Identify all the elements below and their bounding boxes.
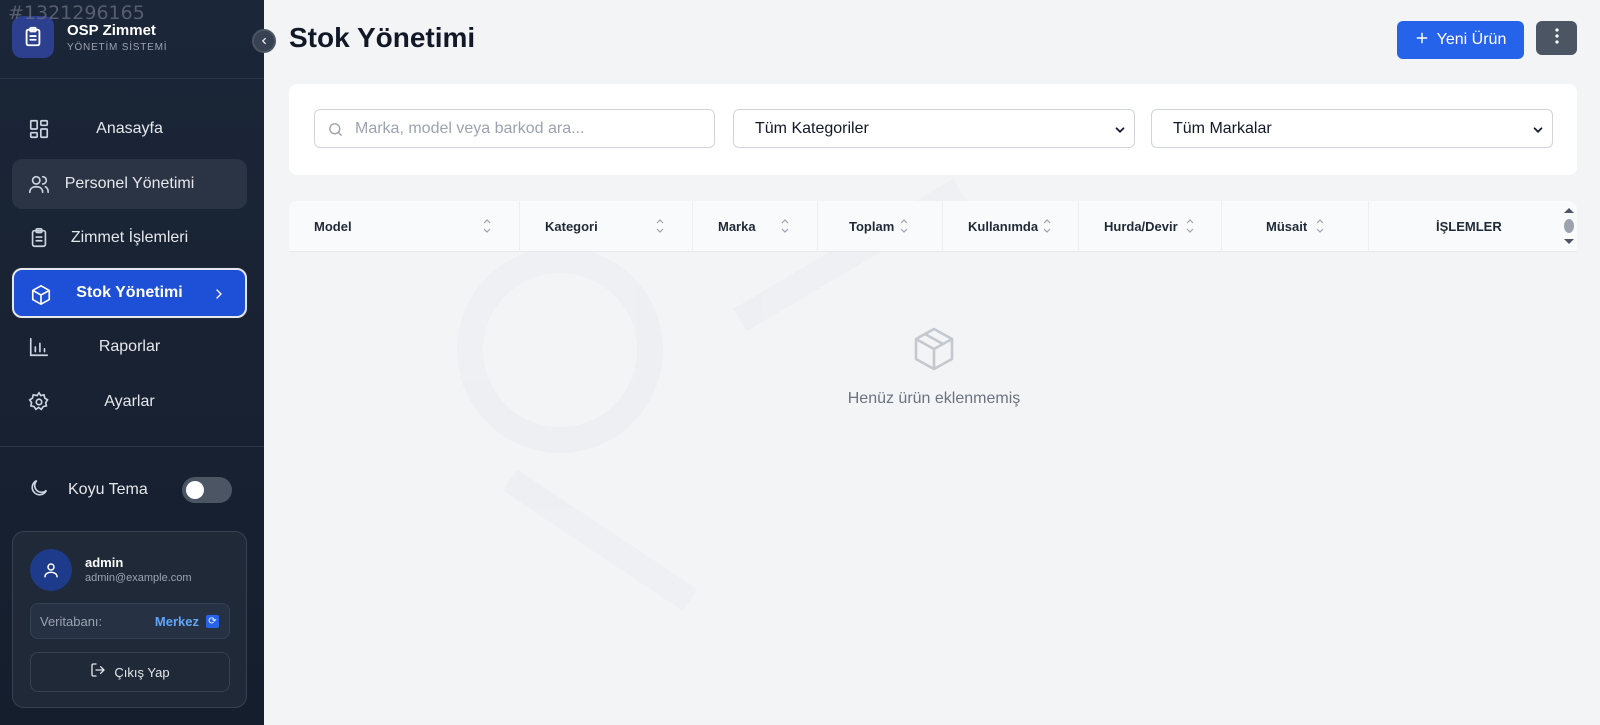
sidebar-item-raporlar[interactable]: Raporlar (12, 322, 247, 372)
more-vertical-icon (1554, 27, 1560, 49)
column-label: Kategori (545, 219, 598, 234)
database-selector[interactable]: Veritabanı: Merkez ⟳ (30, 603, 230, 639)
sidebar-item-zimmet[interactable]: Zimmet İşlemleri (12, 213, 247, 263)
users-icon (28, 173, 50, 195)
brand-select-value: Tüm Markalar (1173, 120, 1272, 137)
column-header-marka[interactable]: Marka (693, 201, 818, 252)
sort-icon (1316, 219, 1324, 233)
app-subtitle: YÖNETİM SİSTEMİ (67, 41, 168, 53)
sidebar-item-personel[interactable]: Personel Yönetimi (12, 158, 247, 209)
sort-icon (1186, 219, 1194, 233)
column-header-kategori[interactable]: Kategori (520, 201, 693, 252)
moon-icon (28, 477, 50, 504)
chevron-down-icon (1113, 123, 1127, 137)
column-header-hurda-devir[interactable]: Hurda/Devir (1079, 201, 1222, 252)
column-label: Müsait (1266, 219, 1308, 234)
search-field[interactable] (314, 109, 715, 148)
avatar (30, 549, 72, 591)
app-name: OSP Zimmet (67, 21, 156, 39)
sidebar-item-ayarlar[interactable]: Ayarlar (12, 377, 247, 427)
plus-icon (1415, 31, 1429, 50)
column-label: Hurda/Devir (1104, 219, 1178, 234)
clipboard-icon (28, 227, 50, 249)
logout-button[interactable]: Çıkış Yap (30, 652, 230, 692)
sidebar: OSP Zimmet YÖNETİM SİSTEMİ #1321296165 A… (0, 0, 264, 725)
column-label: Marka (718, 219, 756, 234)
column-label: Model (314, 219, 352, 234)
database-label: Veritabanı: (40, 614, 103, 629)
sidebar-item-anasayfa[interactable]: Anasayfa (12, 104, 247, 154)
bar-chart-icon (28, 336, 50, 358)
empty-state: Henüz ürün eklenmemiş (820, 325, 1048, 408)
sort-icon (483, 219, 491, 233)
sort-icon (900, 219, 908, 233)
new-product-label: Yeni Ürün (1436, 31, 1507, 48)
sort-icon (781, 219, 789, 233)
search-icon (327, 121, 344, 138)
search-input[interactable] (355, 110, 705, 147)
table-header: Model Kategori Marka Toplam Kullanımda H… (289, 201, 1577, 252)
column-label: Toplam (849, 219, 895, 234)
category-select[interactable]: Tüm Kategoriler (733, 109, 1135, 148)
more-options-button[interactable] (1536, 21, 1577, 55)
theme-toggle-row: Koyu Tema (28, 477, 232, 503)
sort-icon (656, 219, 664, 233)
package-icon (910, 325, 958, 373)
user-card: admin admin@example.com Veritabanı: Merk… (12, 531, 247, 708)
theme-label: Koyu Tema (68, 481, 148, 498)
table-scrollbar[interactable] (1561, 205, 1577, 247)
dashboard-icon (28, 118, 50, 140)
sort-icon (1043, 219, 1051, 233)
filter-panel: Tüm Kategoriler Tüm Markalar (289, 84, 1577, 175)
database-value: Merkez (154, 614, 199, 629)
dark-theme-toggle[interactable] (182, 477, 232, 503)
empty-message: Henüz ürün eklenmemiş (847, 390, 1021, 407)
logout-icon (90, 662, 106, 683)
category-select-value: Tüm Kategoriler (755, 120, 869, 137)
chevron-down-icon (1531, 123, 1545, 137)
image-id-overlay: #1321296165 (8, 2, 145, 24)
sidebar-divider (0, 446, 264, 447)
chevron-right-icon (211, 286, 227, 302)
box-icon (30, 284, 52, 306)
sidebar-nav: Anasayfa Personel Yönetimi Zimmet İşleml… (12, 104, 247, 431)
column-label: Kullanımda (968, 219, 1039, 234)
column-label: İŞLEMLER (1436, 219, 1502, 234)
sidebar-divider (0, 78, 264, 79)
column-header-islemler: İŞLEMLER (1369, 201, 1561, 252)
page-title: Stok Yönetimi (289, 22, 476, 53)
refresh-icon[interactable]: ⟳ (206, 615, 219, 628)
toggle-knob (186, 481, 204, 499)
gear-icon (28, 390, 50, 413)
logout-label: Çıkış Yap (114, 664, 170, 680)
user-email: admin@example.com (85, 572, 192, 584)
user-name: admin (85, 555, 124, 570)
new-product-button[interactable]: Yeni Ürün (1397, 21, 1524, 59)
column-header-kullanimda[interactable]: Kullanımda (943, 201, 1079, 252)
sidebar-item-stok[interactable]: Stok Yönetimi (12, 267, 247, 318)
column-header-musait[interactable]: Müsait (1222, 201, 1369, 252)
column-header-model[interactable]: Model (289, 201, 520, 252)
column-header-toplam[interactable]: Toplam (818, 201, 943, 252)
brand-select[interactable]: Tüm Markalar (1151, 109, 1553, 148)
sidebar-collapse-button[interactable] (252, 29, 276, 53)
